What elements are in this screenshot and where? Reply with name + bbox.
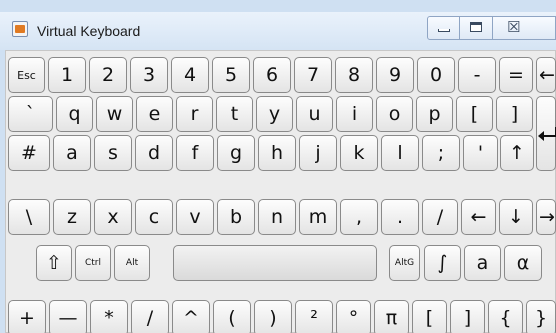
key-alpha[interactable]: α (504, 245, 542, 281)
key-6[interactable]: 6 (253, 57, 291, 93)
key-enter[interactable] (536, 96, 556, 171)
key-degree[interactable]: ° (336, 300, 371, 333)
key-period[interactable]: . (381, 199, 419, 235)
key-1[interactable]: 1 (48, 57, 86, 93)
close-button[interactable]: ☒ (493, 16, 556, 40)
key-plus[interactable]: + (8, 300, 46, 333)
key-hash[interactable]: # (8, 135, 50, 171)
key-arrow-down[interactable]: ↓ (499, 199, 533, 235)
key-8[interactable]: 8 (335, 57, 373, 93)
enter-icon (538, 127, 556, 141)
key-q[interactable]: q (56, 96, 93, 132)
key-ctrl[interactable]: Ctrl (75, 245, 111, 281)
key-asterisk[interactable]: * (90, 300, 128, 333)
key-right-paren[interactable]: ) (254, 300, 292, 333)
key-a[interactable]: a (53, 135, 91, 171)
key-v[interactable]: v (176, 199, 214, 235)
key-divide[interactable]: / (131, 300, 169, 333)
key-space[interactable] (173, 245, 377, 281)
window-title: Virtual Keyboard (37, 23, 141, 39)
key-n[interactable]: n (258, 199, 296, 235)
key-r[interactable]: r (176, 96, 213, 132)
key-l[interactable]: l (381, 135, 419, 171)
key-h[interactable]: h (258, 135, 296, 171)
key-left-square[interactable]: [ (412, 300, 447, 333)
key-x[interactable]: x (94, 199, 132, 235)
key-backspace[interactable]: ← (536, 57, 556, 93)
key-arrow-right[interactable]: → (536, 199, 556, 235)
key-z[interactable]: z (53, 199, 91, 235)
key-t[interactable]: t (216, 96, 253, 132)
key-b[interactable]: b (217, 199, 255, 235)
key-f[interactable]: f (176, 135, 214, 171)
virtual-keyboard-window: Virtual Keyboard ☒ Esc 1 2 3 4 5 6 7 8 9… (0, 0, 556, 333)
key-5[interactable]: 5 (212, 57, 250, 93)
key-right-square[interactable]: ] (450, 300, 485, 333)
key-4[interactable]: 4 (171, 57, 209, 93)
key-backtick[interactable]: ` (8, 96, 53, 132)
key-right-brace[interactable]: } (526, 300, 556, 333)
key-m[interactable]: m (299, 199, 337, 235)
key-comma[interactable]: , (340, 199, 378, 235)
key-p[interactable]: p (416, 96, 453, 132)
close-icon: ☒ (507, 18, 521, 36)
key-i[interactable]: i (336, 96, 373, 132)
minimize-icon (438, 29, 450, 32)
key-minus[interactable]: - (458, 57, 496, 93)
key-left-paren[interactable]: ( (213, 300, 251, 333)
key-y[interactable]: y (256, 96, 293, 132)
key-altgr[interactable]: AltG (389, 245, 420, 281)
key-w[interactable]: w (96, 96, 133, 132)
key-u[interactable]: u (296, 96, 333, 132)
minimize-button[interactable] (427, 16, 460, 40)
key-a-alt[interactable]: a (464, 245, 501, 281)
key-j[interactable]: j (299, 135, 337, 171)
key-left-bracket[interactable]: [ (456, 96, 493, 132)
key-equals[interactable]: = (499, 57, 533, 93)
key-apostrophe[interactable]: ' (463, 135, 498, 171)
key-9[interactable]: 9 (376, 57, 414, 93)
key-c[interactable]: c (135, 199, 173, 235)
key-minus-sign[interactable]: — (49, 300, 87, 333)
maximize-button[interactable] (460, 16, 493, 40)
key-d[interactable]: d (135, 135, 173, 171)
key-slash[interactable]: / (422, 199, 458, 235)
key-left-brace[interactable]: { (488, 300, 523, 333)
key-alt[interactable]: Alt (114, 245, 150, 281)
key-2[interactable]: 2 (89, 57, 127, 93)
key-k[interactable]: k (340, 135, 378, 171)
key-right-bracket[interactable]: ] (496, 96, 533, 132)
key-arrow-up[interactable]: ↑ (500, 135, 534, 171)
key-e[interactable]: e (136, 96, 173, 132)
key-7[interactable]: 7 (294, 57, 332, 93)
key-arrow-left[interactable]: ← (461, 199, 496, 235)
key-esc[interactable]: Esc (8, 57, 45, 93)
key-integral[interactable]: ∫ (424, 245, 461, 281)
java-app-icon (12, 21, 28, 37)
key-semicolon[interactable]: ; (422, 135, 460, 171)
key-backslash[interactable]: \ (8, 199, 50, 235)
key-3[interactable]: 3 (130, 57, 168, 93)
key-s[interactable]: s (94, 135, 132, 171)
key-squared[interactable]: ² (295, 300, 333, 333)
key-g[interactable]: g (217, 135, 255, 171)
key-caret[interactable]: ^ (172, 300, 210, 333)
key-shift[interactable]: ⇧ (36, 245, 72, 281)
key-o[interactable]: o (376, 96, 413, 132)
key-pi[interactable]: π (374, 300, 409, 333)
key-0[interactable]: 0 (417, 57, 455, 93)
maximize-icon (470, 22, 482, 32)
